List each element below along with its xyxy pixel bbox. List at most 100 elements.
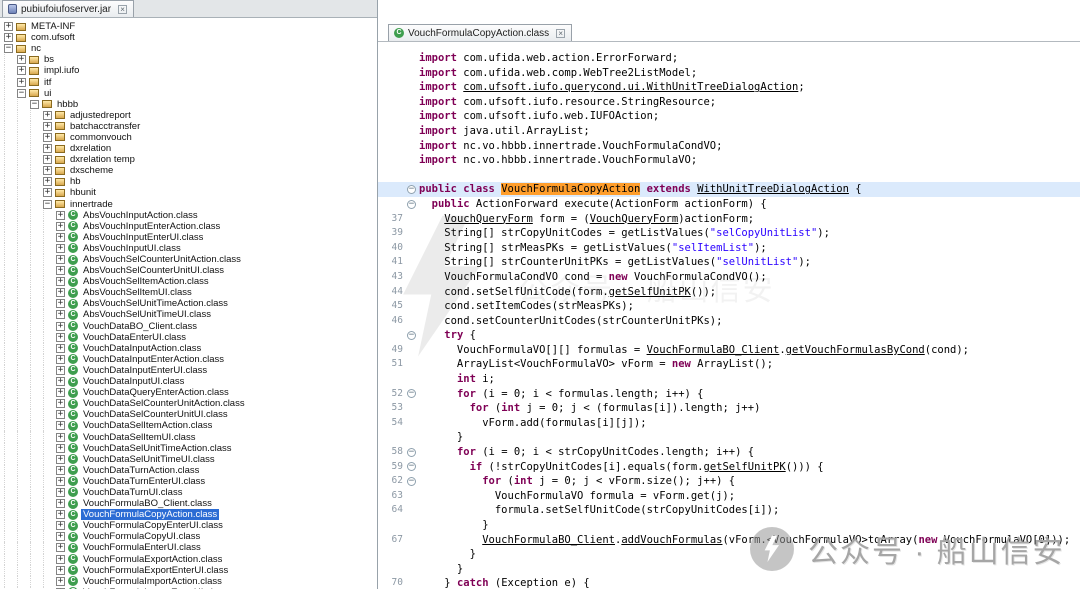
tree-item[interactable]: +CVouchDataSelCounterUnitAction.class [4, 398, 377, 409]
tree-item[interactable]: +CVouchDataInputUI.class [4, 376, 377, 387]
expand-icon[interactable]: + [56, 244, 65, 253]
expand-icon[interactable]: + [56, 433, 65, 442]
tree-item-selected[interactable]: +CVouchFormulaCopyAction.class [4, 509, 377, 520]
tree-item[interactable]: +CVouchDataSelUnitTimeUI.class [4, 454, 377, 465]
tree-item[interactable]: +CAbsVouchSelUnitTimeAction.class [4, 298, 377, 309]
tree-item[interactable]: +CAbsVouchInputUI.class [4, 243, 377, 254]
fold-collapse-icon[interactable]: − [404, 328, 419, 343]
expand-icon[interactable]: + [56, 399, 65, 408]
tree-item[interactable]: +hb [4, 176, 377, 187]
tree-item[interactable]: +dxscheme [4, 165, 377, 176]
code-link[interactable]: com.ufsoft.iufo.querycond.ui.WithUnitTre… [463, 81, 798, 93]
expand-icon[interactable]: + [56, 543, 65, 552]
fold-collapse-icon[interactable]: − [404, 197, 419, 212]
tree-item[interactable]: +CVouchDataTurnEnterUI.class [4, 476, 377, 487]
expand-icon[interactable]: + [56, 488, 65, 497]
expand-icon[interactable]: + [56, 444, 65, 453]
collapse-icon[interactable]: − [17, 89, 26, 98]
package-tree[interactable]: +META-INF+com.ufsoft−nc+bs+impl.iufo+itf… [0, 18, 377, 589]
expand-icon[interactable]: + [43, 122, 52, 131]
tree-item[interactable]: +com.ufsoft [4, 32, 377, 43]
tree-item[interactable]: +CVouchDataSelCounterUnitUI.class [4, 409, 377, 420]
tree-item[interactable]: +impl.iufo [4, 65, 377, 76]
tree-item[interactable]: +CVouchDataSelItemAction.class [4, 420, 377, 431]
tree-item[interactable]: +CVouchFormulaBO_Client.class [4, 498, 377, 509]
code-link[interactable]: WithUnitTreeDialogAction [697, 183, 849, 195]
expand-icon[interactable]: + [4, 33, 13, 42]
expand-icon[interactable]: + [56, 499, 65, 508]
expand-icon[interactable]: + [56, 510, 65, 519]
expand-icon[interactable]: + [56, 277, 65, 286]
code-link[interactable]: VouchQueryForm [590, 213, 679, 225]
expand-icon[interactable]: + [56, 233, 65, 242]
expand-icon[interactable]: + [56, 211, 65, 220]
collapse-icon[interactable]: − [43, 200, 52, 209]
tree-item[interactable]: +CVouchDataQueryEnterAction.class [4, 387, 377, 398]
tree-item[interactable]: +commonvouch [4, 132, 377, 143]
expand-icon[interactable]: + [43, 155, 52, 164]
expand-icon[interactable]: + [56, 555, 65, 564]
tree-item[interactable]: +CVouchDataBO_Client.class [4, 321, 377, 332]
fold-collapse-icon[interactable]: − [404, 387, 419, 402]
code-link[interactable]: addVouchFormulas [621, 534, 722, 546]
tree-item[interactable]: +CVouchDataInputEnterUI.class [4, 365, 377, 376]
expand-icon[interactable]: + [17, 55, 26, 64]
tab-class-file[interactable]: C VouchFormulaCopyAction.class × [388, 24, 572, 41]
close-icon[interactable]: × [118, 5, 127, 14]
expand-icon[interactable]: + [56, 577, 65, 586]
tree-item[interactable]: +CVouchFormulaExportEnterUI.class [4, 565, 377, 576]
tree-item[interactable]: +bs [4, 54, 377, 65]
expand-icon[interactable]: + [56, 288, 65, 297]
expand-icon[interactable]: + [56, 355, 65, 364]
tree-item[interactable]: +CAbsVouchSelItemAction.class [4, 276, 377, 287]
code-link[interactable]: getSelfUnitPK [609, 286, 691, 298]
tree-item[interactable]: +dxrelation temp [4, 154, 377, 165]
tree-item[interactable]: +META-INF [4, 21, 377, 32]
expand-icon[interactable]: + [56, 322, 65, 331]
tree-item[interactable]: +CVouchDataSelItemUI.class [4, 431, 377, 442]
tree-item[interactable]: +CVouchDataEnterUI.class [4, 332, 377, 343]
fold-collapse-icon[interactable]: − [404, 474, 419, 489]
expand-icon[interactable]: + [56, 410, 65, 419]
expand-icon[interactable]: + [56, 466, 65, 475]
tree-item[interactable]: +dxrelation [4, 143, 377, 154]
expand-icon[interactable]: + [56, 366, 65, 375]
expand-icon[interactable]: + [56, 333, 65, 342]
tree-item[interactable]: +CVouchFormulaExportAction.class [4, 554, 377, 565]
tree-item[interactable]: +CVouchFormulaEnterUI.class [4, 542, 377, 553]
expand-icon[interactable]: + [56, 344, 65, 353]
tree-item[interactable]: +itf [4, 76, 377, 87]
expand-icon[interactable]: + [56, 299, 65, 308]
code-link[interactable]: VouchFormulaBO_Client [647, 344, 780, 356]
close-icon[interactable]: × [556, 29, 565, 38]
expand-icon[interactable]: + [56, 310, 65, 319]
expand-icon[interactable]: + [56, 377, 65, 386]
collapse-icon[interactable]: − [4, 44, 13, 53]
tree-item[interactable]: +CVouchFormulaImportAction.class [4, 576, 377, 587]
expand-icon[interactable]: + [17, 78, 26, 87]
tree-item[interactable]: +CAbsVouchInputEnterUI.class [4, 232, 377, 243]
code-editor[interactable]: import com.ufida.web.action.ErrorForward… [378, 42, 1080, 589]
tree-item[interactable]: +CVouchFormulaCopyEnterUI.class [4, 520, 377, 531]
expand-icon[interactable]: + [43, 166, 52, 175]
expand-icon[interactable]: + [43, 188, 52, 197]
code-link[interactable]: getVouchFormulasByCond [786, 344, 925, 356]
expand-icon[interactable]: + [56, 266, 65, 275]
tree-item[interactable]: +CAbsVouchSelUnitTimeUI.class [4, 309, 377, 320]
tree-item[interactable]: +CAbsVouchInputAction.class [4, 210, 377, 221]
code-link[interactable]: getSelfUnitPK [704, 461, 786, 473]
tree-item[interactable]: +CVouchDataTurnUI.class [4, 487, 377, 498]
expand-icon[interactable]: + [56, 421, 65, 430]
expand-icon[interactable]: + [43, 144, 52, 153]
tree-item[interactable]: +CVouchDataInputEnterAction.class [4, 354, 377, 365]
tree-item[interactable]: +CAbsVouchSelItemUI.class [4, 287, 377, 298]
expand-icon[interactable]: + [17, 66, 26, 75]
expand-icon[interactable]: + [56, 455, 65, 464]
expand-icon[interactable]: + [56, 521, 65, 530]
tree-item[interactable]: +CAbsVouchSelCounterUnitUI.class [4, 265, 377, 276]
tree-item[interactable]: +batchacctransfer [4, 121, 377, 132]
tree-item[interactable]: +CVouchFormulaCopyUI.class [4, 531, 377, 542]
expand-icon[interactable]: + [43, 133, 52, 142]
tree-item[interactable]: +CVouchDataInputAction.class [4, 343, 377, 354]
tab-jar-file[interactable]: pubiufoiufoserver.jar × [2, 0, 134, 17]
